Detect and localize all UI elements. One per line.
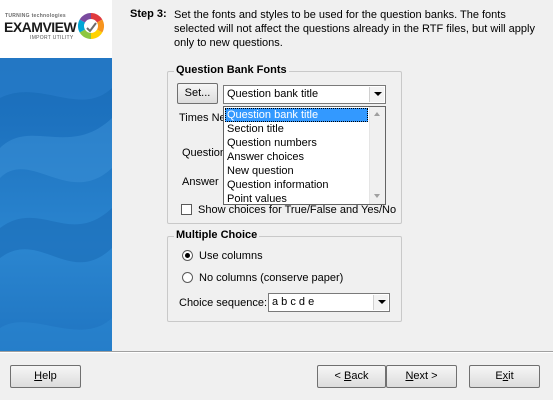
logo-area: TURNING technologies EXAMVIEW IMPORT UTI…: [0, 0, 112, 58]
step-label: Step 3:: [130, 8, 167, 20]
choice-sequence-value: a b c d e: [272, 296, 315, 308]
wizard-banner: TURNING technologies EXAMVIEW IMPORT UTI…: [0, 0, 112, 351]
no-columns-radio[interactable]: [182, 272, 193, 283]
exit-button[interactable]: Exit: [469, 365, 540, 388]
no-columns-label: No columns (conserve paper): [199, 272, 344, 284]
footer-separator: [0, 351, 553, 353]
font-name-text: Times Ne: [179, 112, 226, 124]
exit-rest: it: [508, 370, 514, 382]
help-mnemonic: H: [34, 370, 43, 382]
dropdown-scrollbar[interactable]: [369, 107, 385, 204]
use-columns-label: Use columns: [199, 250, 263, 262]
choice-sequence-label: Choice sequence:: [179, 297, 268, 309]
back-rest: ack: [351, 370, 369, 382]
banner-swoosh-graphic: [0, 58, 112, 351]
font-style-select[interactable]: Question bank title: [223, 85, 386, 104]
next-rest: ext >: [413, 370, 438, 382]
logo-product: EXAMVIEW: [4, 19, 77, 35]
chevron-down-icon[interactable]: [369, 87, 384, 102]
scroll-up-icon[interactable]: [374, 112, 380, 116]
question-bank-fonts-title: Question Bank Fonts: [174, 64, 289, 76]
multiple-choice-title: Multiple Choice: [174, 229, 260, 241]
next-button[interactable]: Next >: [386, 365, 457, 388]
chevron-down-icon[interactable]: [373, 295, 388, 310]
set-font-button[interactable]: Set...: [177, 83, 218, 104]
dropdown-option[interactable]: Question bank title: [225, 108, 368, 122]
dropdown-option[interactable]: Point values: [225, 192, 368, 206]
dropdown-option[interactable]: New question: [225, 164, 368, 178]
dropdown-option[interactable]: Question numbers: [225, 136, 368, 150]
examview-logo-icon: [77, 12, 105, 40]
logo-subtitle: IMPORT UTILITY: [30, 35, 74, 41]
help-button[interactable]: Help: [10, 365, 81, 388]
answer-label: Answer: [182, 176, 219, 188]
dropdown-option[interactable]: Section title: [225, 122, 368, 136]
show-choices-checkbox[interactable]: [181, 204, 192, 215]
scroll-down-icon[interactable]: [374, 194, 380, 198]
help-rest: elp: [42, 370, 57, 382]
question-label: Question: [182, 147, 227, 159]
exit-prefix: E: [495, 370, 503, 382]
font-style-dropdown-list[interactable]: Question bank title Section title Questi…: [223, 106, 386, 205]
back-prefix: <: [334, 370, 344, 382]
dropdown-option[interactable]: Answer choices: [225, 150, 368, 164]
use-columns-radio[interactable]: [182, 250, 193, 261]
font-style-value: Question bank title: [227, 88, 319, 100]
step-instructions: Set the fonts and styles to be used for …: [174, 9, 535, 49]
back-button[interactable]: < Back: [317, 365, 386, 388]
dropdown-option[interactable]: Question information: [225, 178, 368, 192]
choice-sequence-select[interactable]: a b c d e: [268, 293, 390, 312]
